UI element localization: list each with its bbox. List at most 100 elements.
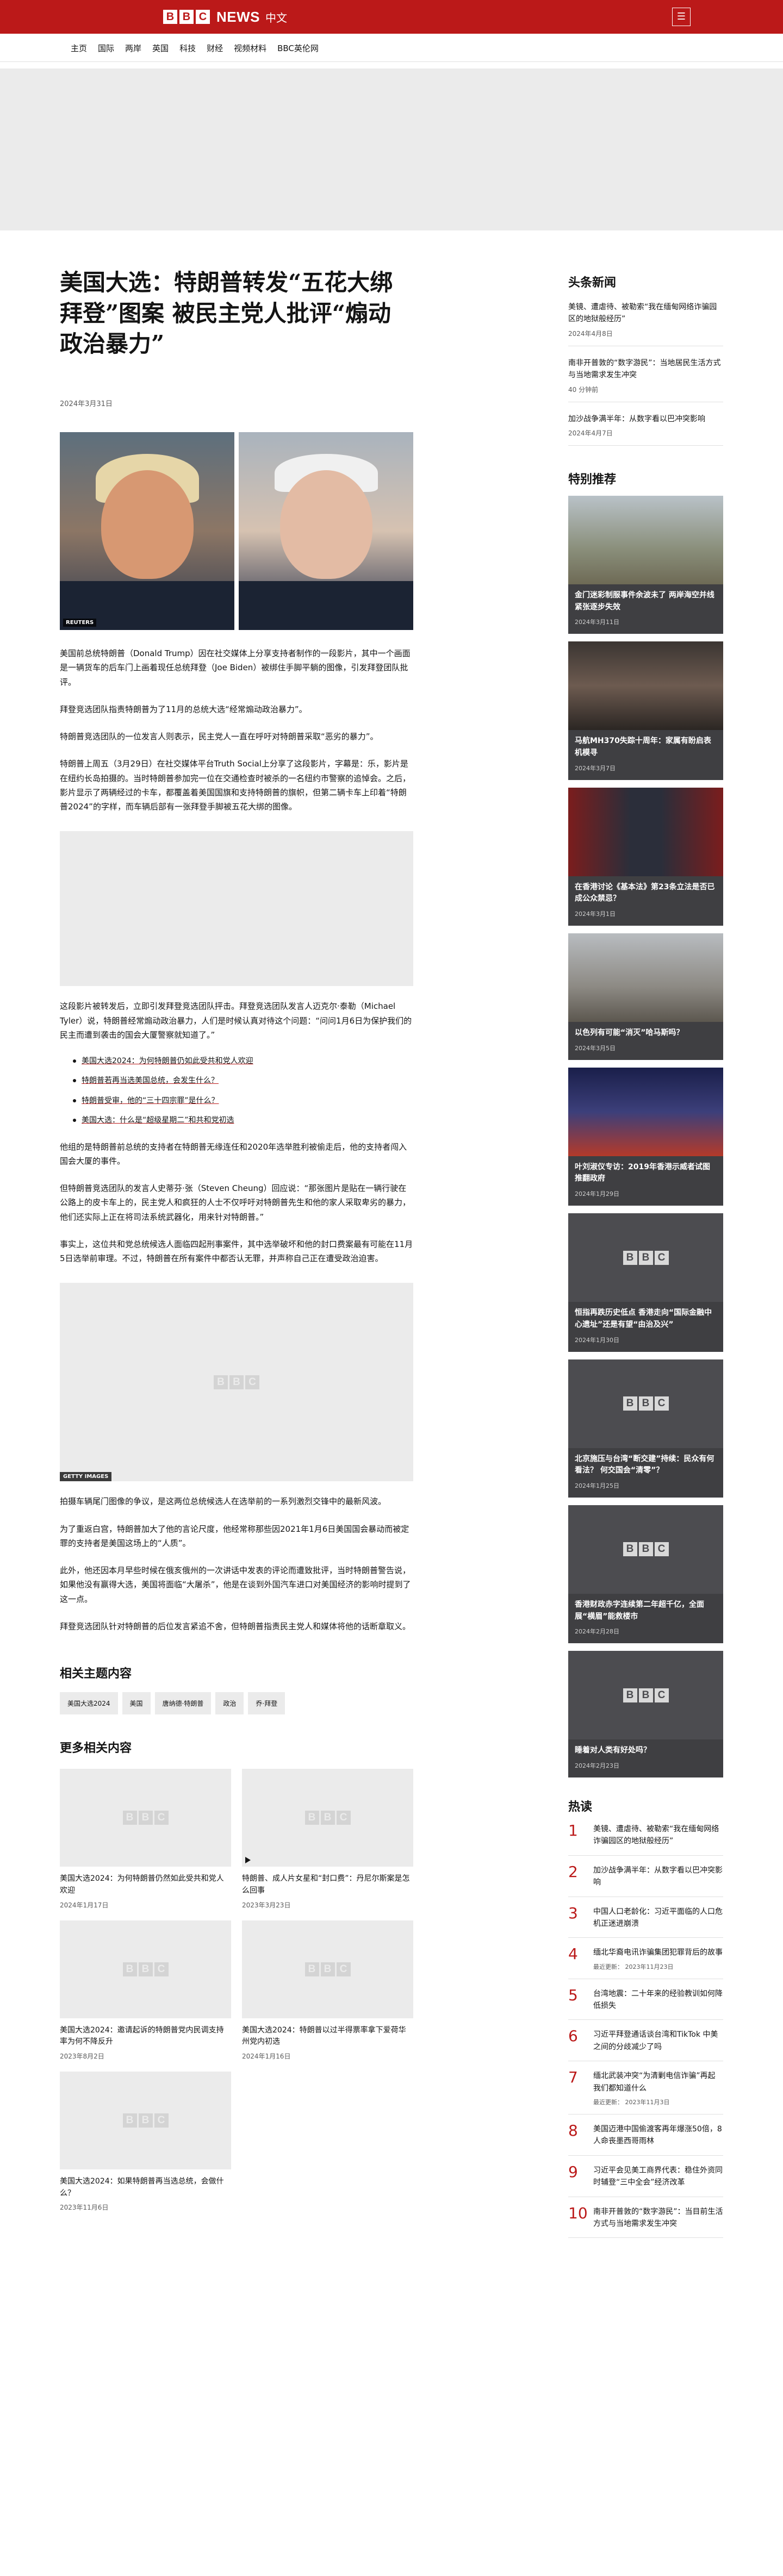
featured-card[interactable]: 以色列有可能“消灭”哈马斯吗？ 2024年3月5日	[568, 933, 723, 1060]
nav-item-tech[interactable]: 科技	[179, 42, 196, 54]
featured-image	[568, 641, 723, 731]
topic-tag[interactable]: 唐纳德·特朗普	[154, 1692, 212, 1715]
featured-title: 北京施压与台湾“断交建”持续：民众有何看法？ 何交国会“清零”？	[575, 1454, 714, 1475]
featured-card[interactable]: 金门迷彩制服事件余波未了 两岸海空并线紧张逐步失效 2024年3月11日	[568, 495, 723, 634]
related-card[interactable]: BBC 美国大选2024：如果特朗普再当选总统，会做什么？ 2023年11月6日	[60, 2071, 231, 2212]
nav-item-cross-strait[interactable]: 两岸	[125, 42, 141, 54]
image-credit: GETTY IMAGES	[60, 1472, 112, 1482]
popular-heading: 热读	[568, 1800, 593, 1814]
sidebar: 头条新闻 美镜、遭虐待、被勒索“我在缅甸网络诈骗园区的地狱般经历” 2024年4…	[568, 257, 723, 2238]
bbc-placeholder-icon: BBC	[623, 1250, 669, 1265]
popular-title: 习近平拜登通话谈台湾和TikTok 中美之间的分歧减少了吗	[593, 2030, 718, 2051]
related-card[interactable]: BBC 美国大选2024：为何特朗普仍然如此受共和党人欢迎 2024年1月17日	[60, 1769, 231, 1909]
related-title: 美国大选2024：为何特朗普仍然如此受共和党人欢迎	[60, 1874, 224, 1895]
bbc-placeholder-icon: BBC	[304, 1811, 351, 1825]
related-date: 2023年8月2日	[60, 2052, 104, 2060]
related-date: 2024年1月16日	[242, 2052, 291, 2060]
featured-title: 在香港讨论《基本法》第23条立法是否已成公众禁忌？	[575, 882, 715, 903]
featured-card[interactable]: BBC 香港财政赤字连续第二年超千亿，全面展“横眉”能救楼市 2024年2月28日	[568, 1505, 723, 1644]
article-image: BBC GETTY IMAGES	[60, 1283, 413, 1482]
featured-image: BBC	[568, 1359, 723, 1448]
featured-date: 2024年3月11日	[575, 619, 619, 626]
article-paragraph: 美国前总统特朗普（Donald Trump）因在社交媒体上分享支持者制作的一段影…	[60, 648, 411, 687]
logo-letter: C	[196, 10, 210, 24]
bbc-news-logo[interactable]: B B C NEWS 中文	[163, 9, 287, 26]
related-link[interactable]: 美国大选2024：为何特朗普仍如此受共和党人欢迎	[82, 1057, 253, 1065]
related-date: 2023年3月23日	[242, 1901, 291, 1909]
article-paragraph: 但特朗普竞选团队的发言人史蒂芬·张（Steven Cheung）回应说：“那张图…	[60, 1183, 411, 1222]
popular-item[interactable]: 6 习近平拜登通话谈台湾和TikTok 中美之间的分歧减少了吗	[568, 2020, 723, 2062]
featured-date: 2024年1月25日	[575, 1482, 619, 1489]
article-paragraph: 拍摄车辆尾门图像的争议，是这两位总统候选人在选举前的一系列激烈交锋中的最新风波。	[60, 1496, 387, 1507]
list-item: 美国大选：什么是“超级星期二”和共和党初选	[73, 1114, 413, 1126]
nav-item-uk[interactable]: 英国	[152, 42, 169, 54]
popular-title: 缅北武装冲突“为清剿电信诈骗”再起 我们都知道什么	[593, 2072, 716, 2093]
popular-updated: 最近更新： 2023年11月23日	[593, 1963, 674, 1970]
related-thumbnail: BBC	[60, 1920, 231, 2018]
related-link[interactable]: 美国大选：什么是“超级星期二”和共和党初选	[82, 1116, 234, 1125]
popular-item[interactable]: 10 南非开普敦的“数字游民”：当目前生活方式与当地需求发生冲突	[568, 2197, 723, 2238]
topic-tag[interactable]: 美国	[122, 1692, 151, 1715]
main-nav: 主页 国际 两岸 英国 科技 财经 视频材料 BBC英伦网	[0, 34, 783, 62]
popular-rank: 6	[568, 2027, 578, 2045]
popular-item[interactable]: 7 缅北武装冲突“为清剿电信诈骗”再起 我们都知道什么 最近更新： 2023年11月…	[568, 2061, 723, 2115]
bbc-placeholder-icon: BBC	[623, 1688, 669, 1702]
related-topics-heading: 相关主题内容	[60, 1667, 132, 1681]
headline-title: 美镜、遭虐待、被勒索“我在缅甸网络诈骗园区的地狱般经历”	[568, 303, 717, 324]
popular-item[interactable]: 3 中国人口老龄化：习近平面临的人口危机正迷进崩溃	[568, 1897, 723, 1938]
more-related-heading: 更多相关内容	[60, 1742, 132, 1756]
popular-rank: 3	[568, 1904, 578, 1922]
popular-item[interactable]: 2 加沙战争满半年：从数字看以巴冲突影响	[568, 1856, 723, 1897]
featured-card[interactable]: BBC 北京施压与台湾“断交建”持续：民众有何看法？ 何交国会“清零”？ 2024…	[568, 1359, 723, 1498]
nav-item-world[interactable]: 国际	[98, 42, 114, 54]
popular-item[interactable]: 9 习近平会见美工商界代表：稳住外资同时辅登“三中全会”经济改革	[568, 2156, 723, 2197]
featured-card[interactable]: 在香港讨论《基本法》第23条立法是否已成公众禁忌？ 2024年3月1日	[568, 787, 723, 926]
popular-rank: 4	[568, 1945, 578, 1963]
related-card[interactable]: BBC 美国大选2024：邀请起诉的特朗普党内民调支持率为何不降反升 2023年…	[60, 1920, 231, 2061]
list-item: 美国大选2024：为何特朗普仍如此受共和党人欢迎	[73, 1055, 413, 1067]
related-thumbnail: BBC	[60, 1769, 231, 1867]
nav-item-finance[interactable]: 财经	[207, 42, 223, 54]
logo-news-text: NEWS	[216, 8, 260, 25]
nav-item-bbc-uk[interactable]: BBC英伦网	[277, 42, 319, 54]
featured-card[interactable]: 叶刘淑仪专访：2019年香港示威者试图推翻政府 2024年1月29日	[568, 1067, 723, 1206]
bbc-placeholder-icon: BBC	[122, 1962, 169, 1976]
headline-title: 南非开普敦的“数字游民”：当地居民生活方式与当地需求发生冲突	[568, 358, 721, 380]
related-date: 2023年11月6日	[60, 2204, 109, 2212]
top-bar: B B C NEWS 中文 ☰	[0, 0, 783, 34]
featured-card[interactable]: BBC 恒指再跌历史低点 香港走向“国际金融中心遗址”还是有望“由治及兴” 202…	[568, 1213, 723, 1352]
related-title: 美国大选2024：如果特朗普再当选总统，会做什么？	[60, 2176, 224, 2198]
related-card[interactable]: BBC 特朗普、成人片女星和“封口费”：丹尼尔斯案是怎么回事 2023年3月23…	[242, 1769, 413, 1909]
popular-item[interactable]: 4 缅北华裔电讯诈骗集团犯罪背后的故事 最近更新： 2023年11月23日	[568, 1938, 723, 1979]
featured-title: 香港财政赤字连续第二年超千亿，全面展“横眉”能救楼市	[575, 1600, 704, 1621]
popular-item[interactable]: 8 美国迈港中国偷渡客再年爆涨50倍，8人命丧墨西哥雨林	[568, 2115, 723, 2156]
menu-button[interactable]: ☰	[672, 8, 691, 26]
featured-image	[568, 1067, 723, 1156]
featured-card[interactable]: 马航MH370失踪十周年：家属有盼启表机模寻 2024年3月7日	[568, 641, 723, 780]
popular-rank: 8	[568, 2122, 578, 2140]
related-thumbnail: BBC	[242, 1769, 413, 1867]
featured-card[interactable]: BBC 睡着对人类有好处吗？ 2024年2月23日	[568, 1651, 723, 1777]
featured-date: 2024年1月30日	[575, 1336, 619, 1344]
nav-item-video[interactable]: 视频材料	[234, 42, 266, 54]
related-link[interactable]: 特朗普若再当选美国总统，会发生什么？	[82, 1076, 219, 1085]
headline-item[interactable]: 加沙战争满半年：从数字看以巴冲突影响 2024年4月7日	[568, 402, 723, 446]
topic-tag[interactable]: 美国大选2024	[60, 1692, 118, 1715]
headline-item[interactable]: 南非开普敦的“数字游民”：当地居民生活方式与当地需求发生冲突 40 分钟前	[568, 346, 723, 402]
logo-letter: B	[163, 10, 177, 24]
related-link[interactable]: 特朗普受审，他的“三十四宗罪”是什么？	[82, 1096, 219, 1105]
popular-item[interactable]: 1 美镜、遭虐待、被勒索“我在缅甸网络诈骗园区的地狱般经历”	[568, 1814, 723, 1856]
related-thumbnail: BBC	[242, 1920, 413, 2018]
topic-tag[interactable]: 乔·拜登	[248, 1692, 285, 1715]
article-paragraph: 为了重返白宫，特朗普加大了他的言论尺度，他经常称那些因2021年1月6日美国国会…	[60, 1524, 409, 1548]
featured-date: 2024年3月1日	[575, 910, 616, 918]
topic-tag[interactable]: 政治	[215, 1692, 244, 1715]
related-card[interactable]: BBC 美国大选2024：特朗普以过半得票率拿下爱荷华州党内初选 2024年1月…	[242, 1920, 413, 2061]
headline-item[interactable]: 美镜、遭虐待、被勒索“我在缅甸网络诈骗园区的地狱般经历” 2024年4月8日	[568, 290, 723, 346]
popular-item[interactable]: 5 台湾地震：二十年来的经验教训如何降低损失	[568, 1979, 723, 2020]
featured-image: BBC	[568, 1505, 723, 1594]
related-title: 特朗普、成人片女星和“封口费”：丹尼尔斯案是怎么回事	[242, 1874, 410, 1895]
featured-image	[568, 495, 723, 584]
nav-item-home[interactable]: 主页	[71, 42, 87, 54]
list-item: 特朗普受审，他的“三十四宗罪”是什么？	[73, 1095, 413, 1107]
